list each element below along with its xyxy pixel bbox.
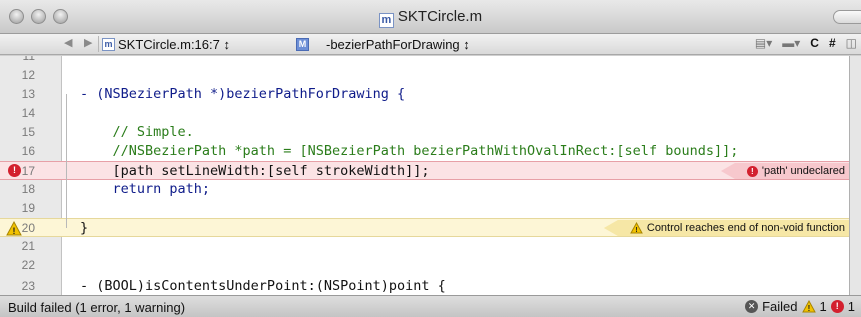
warning-line: ! 20 } ! Control reaches end of non-void…: [0, 218, 849, 237]
file-location-popup[interactable]: m SKTCircle.m:16:7 ↕: [102, 37, 230, 52]
split-editor-icon[interactable]: ◫: [846, 36, 857, 50]
error-icon: !: [830, 300, 844, 313]
code-fold-indicator[interactable]: [66, 94, 71, 228]
failed-icon: ✕: [745, 300, 759, 313]
line-number: 19: [21, 201, 35, 215]
file-location-label: SKTCircle.m:16:7 ↕: [118, 37, 230, 52]
line-number: 22: [21, 258, 35, 272]
build-results-summary[interactable]: ✕ Failed ! 1 ! 1: [745, 299, 855, 314]
code-comment: // Simple.: [80, 124, 194, 140]
failed-label: Failed: [762, 299, 798, 314]
svg-text:!: !: [807, 304, 810, 313]
line-number: 18: [21, 182, 35, 196]
line-number: 12: [21, 68, 35, 82]
line-number: 21: [21, 239, 35, 253]
warning-message: Control reaches end of non-void function: [646, 222, 845, 234]
code-line: 23 - (BOOL)isContentsUnderPoint:(NSPoint…: [0, 277, 849, 295]
warning-message-bubble[interactable]: ! Control reaches end of non-void functi…: [603, 220, 849, 236]
status-bar: Build failed (1 error, 1 warning) ✕ Fail…: [0, 295, 861, 317]
objc-file-icon: m: [378, 13, 394, 28]
line-number: 23: [21, 279, 35, 293]
line-number: 16: [21, 144, 35, 158]
code-text: - (BOOL)isContentsUnderPoint:(NSPoint)po…: [80, 278, 446, 294]
code-line: 13 - (NSBezierPath *)bezierPathForDrawin…: [0, 85, 849, 104]
breakpoints-icon[interactable]: ▬▾: [782, 36, 800, 50]
function-popup[interactable]: M -bezierPathForDrawing ↕: [296, 37, 470, 52]
method-icon: M: [296, 38, 309, 51]
code-line: 15 // Simple.: [0, 123, 849, 142]
line-number: 14: [21, 106, 35, 120]
code-text: return path;: [80, 181, 211, 197]
code-text: - (NSBezierPath *)bezierPathForDrawing {: [80, 86, 406, 102]
window-title-bar: m SKTCircle.m: [0, 0, 861, 34]
code-line: 14: [0, 104, 849, 123]
code-line: 16 //NSBezierPath *path = [NSBezierPath …: [0, 142, 849, 161]
bookmarks-icon[interactable]: ▤▾: [755, 36, 772, 50]
includes-popup-button[interactable]: #: [829, 36, 836, 50]
warning-icon: !: [630, 222, 643, 234]
code-line: 12: [0, 66, 849, 85]
code-line: 19: [0, 199, 849, 218]
build-status-message: Build failed (1 error, 1 warning): [8, 300, 186, 315]
code-text: }: [80, 220, 89, 236]
vertical-scrollbar[interactable]: [849, 56, 861, 295]
editor-navigation-bar: ◀ ▶ m SKTCircle.m:16:7 ↕ M -bezierPathFo…: [0, 34, 861, 55]
svg-text:!: !: [635, 227, 637, 234]
code-editor[interactable]: 11 12 13 - (NSBezierPath *)bezierPathFor…: [0, 56, 849, 295]
back-arrow-icon[interactable]: ◀: [64, 36, 72, 49]
line-number: 20: [21, 221, 35, 235]
window-title-text: SKTCircle.m: [397, 8, 483, 25]
navbar-tools: ▤▾ ▬▾ C # ◫: [755, 36, 857, 50]
code-comment: //NSBezierPath *path = [NSBezierPath bez…: [80, 143, 739, 159]
error-line: ! 17 [path setLineWidth:[self strokeWidt…: [0, 161, 849, 180]
line-number: 13: [21, 87, 35, 101]
error-message: 'path' undeclared: [761, 165, 845, 177]
forward-arrow-icon[interactable]: ▶: [84, 36, 92, 49]
line-number: 15: [21, 125, 35, 139]
warning-icon: !: [801, 300, 816, 313]
code-line: 11: [0, 56, 849, 66]
line-number: 11: [22, 56, 35, 63]
toolbar-toggle-button[interactable]: [833, 10, 861, 24]
code-line: 18 return path;: [0, 180, 849, 199]
class-popup-button[interactable]: C: [810, 36, 819, 50]
code-line: 21: [0, 237, 849, 256]
error-count: 1: [847, 299, 855, 314]
window-title: m SKTCircle.m: [0, 8, 861, 28]
divider: [98, 36, 99, 52]
objc-file-icon: m: [102, 38, 115, 51]
code-line: 22: [0, 256, 849, 275]
function-popup-label: -bezierPathForDrawing ↕: [326, 37, 470, 52]
error-icon: !: [746, 165, 758, 177]
line-number: 17: [21, 164, 35, 178]
warning-count: 1: [819, 299, 827, 314]
code-text: [path setLineWidth:[self strokeWidth]];: [80, 163, 430, 179]
error-message-bubble[interactable]: ! 'path' undeclared: [720, 163, 849, 179]
